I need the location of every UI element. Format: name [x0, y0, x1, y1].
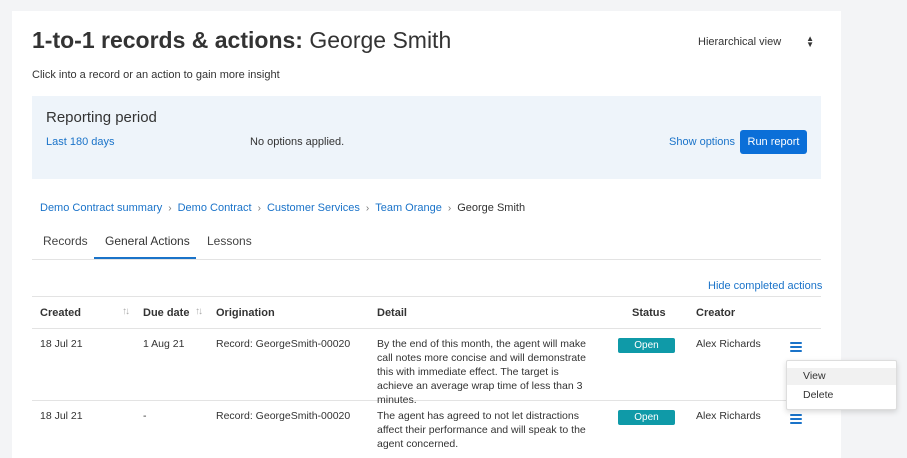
tab-bar: Records General Actions Lessons — [32, 225, 821, 260]
status-badge: Open — [618, 410, 675, 425]
menu-item-delete[interactable]: Delete — [787, 387, 896, 404]
hide-completed-link[interactable]: Hide completed actions — [708, 280, 822, 292]
run-report-button[interactable]: Run report — [740, 130, 807, 154]
header-status: Status — [632, 307, 666, 319]
reporting-panel: Reporting period Last 180 days No option… — [32, 96, 821, 179]
select-arrows-icon: ▲ ▼ — [806, 34, 814, 49]
view-select[interactable]: Hierarchical view ▲ ▼ — [698, 33, 814, 51]
chevron-right-icon: › — [447, 202, 452, 214]
reporting-options-text: No options applied. — [250, 136, 345, 148]
page-title-prefix: 1-to-1 records & actions: — [32, 27, 303, 53]
menu-item-view[interactable]: View — [787, 368, 896, 385]
show-options-link[interactable]: Show options — [669, 136, 735, 148]
chevron-right-icon: › — [257, 202, 261, 214]
cell-creator: Alex Richards — [696, 338, 761, 350]
chevron-right-icon: › — [168, 202, 172, 214]
tab-records[interactable]: Records — [43, 234, 88, 248]
hamburger-menu-icon[interactable] — [790, 342, 802, 352]
breadcrumb-link[interactable]: Demo Contract — [178, 202, 252, 214]
table-header: Created ↑↓ Due date ↑↓ Origination Detai… — [32, 296, 821, 329]
table-row[interactable]: 18 Jul 21 1 Aug 21 Record: GeorgeSmith-0… — [32, 329, 821, 406]
header-origination: Origination — [216, 307, 275, 319]
row-actions-menu: View Delete — [786, 360, 897, 410]
reporting-period-link[interactable]: Last 180 days — [46, 136, 115, 148]
active-tab-indicator — [94, 257, 196, 259]
main-card: 1-to-1 records & actions: George Smith H… — [12, 11, 841, 458]
table-row[interactable]: 18 Jul 21 - Record: GeorgeSmith-00020 Th… — [32, 401, 821, 458]
actions-table: Created ↑↓ Due date ↑↓ Origination Detai… — [32, 296, 821, 458]
cell-origination: Record: GeorgeSmith-00020 — [216, 410, 351, 422]
view-select-value: Hierarchical view — [698, 36, 782, 48]
header-creator: Creator — [696, 307, 736, 319]
breadcrumb-link[interactable]: Customer Services — [267, 202, 360, 214]
hamburger-menu-icon[interactable] — [790, 414, 802, 424]
cell-detail: By the end of this month, the agent will… — [377, 338, 586, 406]
header-due-date[interactable]: Due date — [143, 307, 189, 319]
cell-due-date: 1 Aug 21 — [143, 338, 185, 350]
chevron-right-icon: › — [365, 202, 370, 214]
sort-icon[interactable]: ↑↓ — [195, 306, 203, 317]
cell-created: 18 Jul 21 — [40, 410, 83, 422]
tab-lessons[interactable]: Lessons — [207, 234, 252, 248]
status-badge: Open — [618, 338, 675, 353]
header-detail: Detail — [377, 307, 407, 319]
breadcrumb-link[interactable]: Team Orange — [375, 202, 442, 214]
cell-detail: The agent has agreed to not let distract… — [377, 410, 586, 450]
cell-creator: Alex Richards — [696, 410, 761, 422]
cell-created: 18 Jul 21 — [40, 338, 83, 350]
reporting-title: Reporting period — [46, 109, 157, 126]
cell-origination: Record: GeorgeSmith-00020 — [216, 338, 351, 350]
page-title-name: George Smith — [309, 27, 452, 53]
breadcrumb-link[interactable]: Demo Contract summary — [40, 202, 162, 214]
page-subtitle: Click into a record or an action to gain… — [32, 69, 280, 81]
header-created[interactable]: Created — [40, 307, 81, 319]
breadcrumb-current: George Smith — [457, 202, 526, 214]
tab-general-actions[interactable]: General Actions — [105, 234, 190, 248]
page-title: 1-to-1 records & actions: George Smith — [32, 27, 451, 54]
breadcrumb: Demo Contract summary › Demo Contract › … — [40, 202, 525, 214]
sort-icon[interactable]: ↑↓ — [122, 306, 130, 317]
cell-due-date: - — [143, 410, 147, 422]
